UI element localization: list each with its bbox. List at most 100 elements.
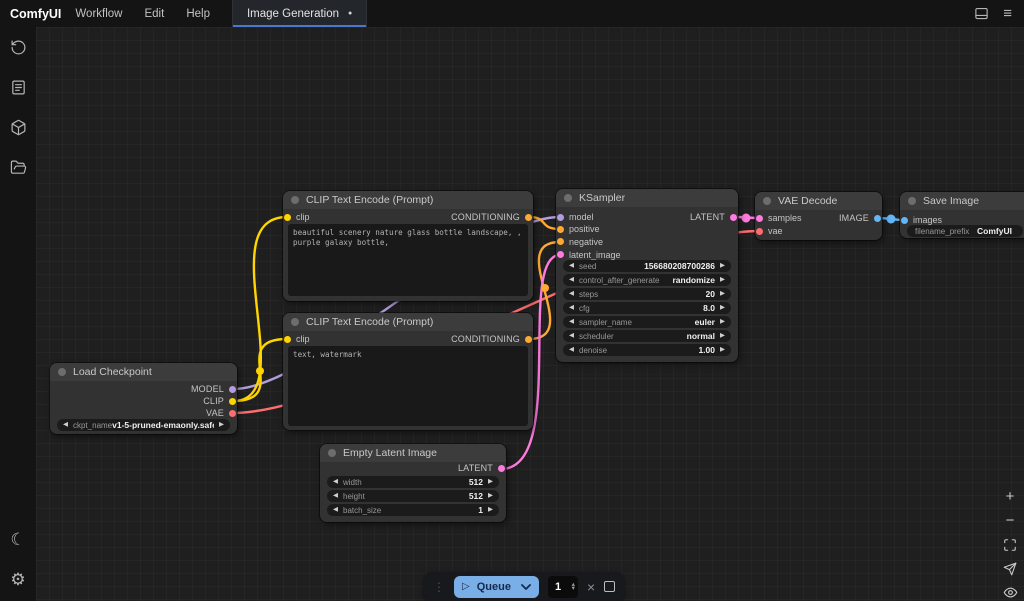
input-vae[interactable]: vae <box>755 226 783 236</box>
collapse-dot[interactable] <box>291 318 299 326</box>
model-library-icon[interactable] <box>0 107 36 147</box>
prev-arrow-icon[interactable]: ◀ <box>569 290 574 298</box>
output-latent[interactable]: LATENT <box>458 463 506 473</box>
node-header[interactable]: KSampler <box>556 189 738 207</box>
input-samples[interactable]: samples <box>755 213 802 223</box>
batch-count-input[interactable]: 1 ▴ ▾ <box>547 575 578 598</box>
next-arrow-icon[interactable]: ▶ <box>488 492 493 500</box>
widget-steps[interactable]: ◀ steps 20 ▶ <box>563 288 731 300</box>
fit-view-icon[interactable] <box>1001 536 1019 553</box>
next-arrow-icon[interactable]: ▶ <box>488 506 493 514</box>
prev-arrow-icon[interactable]: ◀ <box>333 492 338 500</box>
output-latent[interactable]: LATENT <box>690 212 738 222</box>
widget-denoise[interactable]: ◀ denoise 1.00 ▶ <box>563 344 731 356</box>
node-save-image[interactable]: Save Image images filename_prefix ComfyU… <box>900 192 1024 238</box>
menu-icon[interactable]: ≡ <box>1003 5 1012 22</box>
collapse-dot[interactable] <box>564 194 572 202</box>
node-clip-text-encode-negative[interactable]: CLIP Text Encode (Prompt) clip CONDITION… <box>283 313 533 430</box>
input-negative[interactable]: negative <box>556 237 603 247</box>
stop-icon[interactable] <box>604 581 616 592</box>
node-header[interactable]: VAE Decode <box>755 192 882 210</box>
prev-arrow-icon[interactable]: ◀ <box>569 318 574 326</box>
input-model[interactable]: model <box>556 212 594 222</box>
theme-moon-icon[interactable]: ☾ <box>0 519 36 559</box>
next-arrow-icon[interactable]: ▶ <box>488 478 493 486</box>
collapse-dot[interactable] <box>908 197 916 205</box>
node-load-checkpoint[interactable]: Load Checkpoint MODEL CLIP VAE ◀ ckpt_na… <box>50 363 237 434</box>
input-clip[interactable]: clip <box>283 334 310 344</box>
input-positive[interactable]: positive <box>556 224 600 234</box>
node-clip-text-encode-positive[interactable]: CLIP Text Encode (Prompt) clip CONDITION… <box>283 191 533 301</box>
panel-bottom-icon[interactable] <box>974 6 989 21</box>
menu-help[interactable]: Help <box>186 8 210 20</box>
node-ksampler[interactable]: KSampler model positive negative latent_… <box>556 189 738 362</box>
output-vae[interactable]: VAE <box>206 408 237 418</box>
node-header[interactable]: Save Image <box>900 192 1024 210</box>
collapse-dot[interactable] <box>58 368 66 376</box>
node-title: CLIP Text Encode (Prompt) <box>306 194 434 206</box>
widget-sampler-name[interactable]: ◀ sampler_name euler ▶ <box>563 316 731 328</box>
next-arrow-icon[interactable]: ▶ <box>720 304 725 312</box>
widget-filename-prefix[interactable]: filename_prefix ComfyUI <box>907 225 1023 237</box>
prev-arrow-icon[interactable]: ◀ <box>333 478 338 486</box>
toggle-visibility-eye-icon[interactable] <box>1001 584 1019 601</box>
widget-width[interactable]: ◀ width 512 ▶ <box>327 476 499 488</box>
output-conditioning[interactable]: CONDITIONING <box>451 334 533 344</box>
node-header[interactable]: Empty Latent Image <box>320 444 506 462</box>
prompt-textarea[interactable]: beautiful scenery nature glass bottle la… <box>288 224 528 296</box>
next-arrow-icon[interactable]: ▶ <box>720 290 725 298</box>
widget-cfg[interactable]: ◀ cfg 8.0 ▶ <box>563 302 731 314</box>
node-header[interactable]: CLIP Text Encode (Prompt) <box>283 313 533 331</box>
menu-workflow[interactable]: Workflow <box>75 8 122 20</box>
prev-arrow-icon[interactable]: ◀ <box>569 304 574 312</box>
tab-image-generation[interactable]: Image Generation ● <box>231 0 368 27</box>
count-stepper[interactable]: ▴ ▾ <box>572 582 575 591</box>
widget-batch-size[interactable]: ◀ batch_size 1 ▶ <box>327 504 499 516</box>
zoom-in-button[interactable]: + <box>1001 488 1019 505</box>
widget-height[interactable]: ◀ height 512 ▶ <box>327 490 499 502</box>
collapse-dot[interactable] <box>291 196 299 204</box>
output-clip[interactable]: CLIP <box>203 396 237 406</box>
input-clip[interactable]: clip <box>283 212 310 222</box>
prev-arrow-icon[interactable]: ◀ <box>63 421 68 429</box>
prev-arrow-icon[interactable]: ◀ <box>569 276 574 284</box>
widget-scheduler[interactable]: ◀ scheduler normal ▶ <box>563 330 731 342</box>
input-latent-image[interactable]: latent_image <box>556 250 621 260</box>
widget-ckpt-name[interactable]: ◀ ckpt_name v1-5-pruned-emaonly.safete..… <box>57 419 230 431</box>
node-library-icon[interactable] <box>0 67 36 107</box>
node-header[interactable]: Load Checkpoint <box>50 363 237 381</box>
prev-arrow-icon[interactable]: ◀ <box>333 506 338 514</box>
widget-seed[interactable]: ◀ seed 156680208700286 ▶ <box>563 260 731 272</box>
select-mode-icon[interactable] <box>1001 560 1019 577</box>
output-model[interactable]: MODEL <box>191 384 237 394</box>
next-arrow-icon[interactable]: ▶ <box>720 318 725 326</box>
next-arrow-icon[interactable]: ▶ <box>720 276 725 284</box>
output-conditioning[interactable]: CONDITIONING <box>451 212 533 222</box>
next-arrow-icon[interactable]: ▶ <box>720 332 725 340</box>
workflows-folder-icon[interactable] <box>0 147 36 187</box>
queue-history-icon[interactable] <box>0 27 36 67</box>
next-arrow-icon[interactable]: ▶ <box>219 421 224 429</box>
input-images[interactable]: images <box>900 215 942 225</box>
prev-arrow-icon[interactable]: ◀ <box>569 346 574 354</box>
output-image[interactable]: IMAGE <box>839 213 882 223</box>
node-vae-decode[interactable]: VAE Decode samples vae IMAGE <box>755 192 882 240</box>
node-header[interactable]: CLIP Text Encode (Prompt) <box>283 191 533 209</box>
next-arrow-icon[interactable]: ▶ <box>720 262 725 270</box>
prev-arrow-icon[interactable]: ◀ <box>569 332 574 340</box>
settings-gear-icon[interactable]: ⚙ <box>0 559 36 599</box>
node-empty-latent-image[interactable]: Empty Latent Image LATENT ◀ width 512 ▶ … <box>320 444 506 522</box>
collapse-dot[interactable] <box>328 449 336 457</box>
drag-handle-icon[interactable]: ⋮ <box>433 581 445 593</box>
next-arrow-icon[interactable]: ▶ <box>720 346 725 354</box>
zoom-out-button[interactable]: − <box>1001 512 1019 529</box>
menu-edit[interactable]: Edit <box>144 8 164 20</box>
widget-control-after-generate[interactable]: ◀ control_after_generate randomize ▶ <box>563 274 731 286</box>
queue-button[interactable]: ▷ Queue <box>454 575 539 598</box>
collapse-dot[interactable] <box>763 197 771 205</box>
prompt-textarea[interactable]: text, watermark <box>288 346 528 426</box>
image-port <box>901 216 908 224</box>
chevron-down-icon[interactable] <box>521 583 531 590</box>
prev-arrow-icon[interactable]: ◀ <box>569 262 574 270</box>
clear-queue-icon[interactable]: × <box>587 580 595 594</box>
